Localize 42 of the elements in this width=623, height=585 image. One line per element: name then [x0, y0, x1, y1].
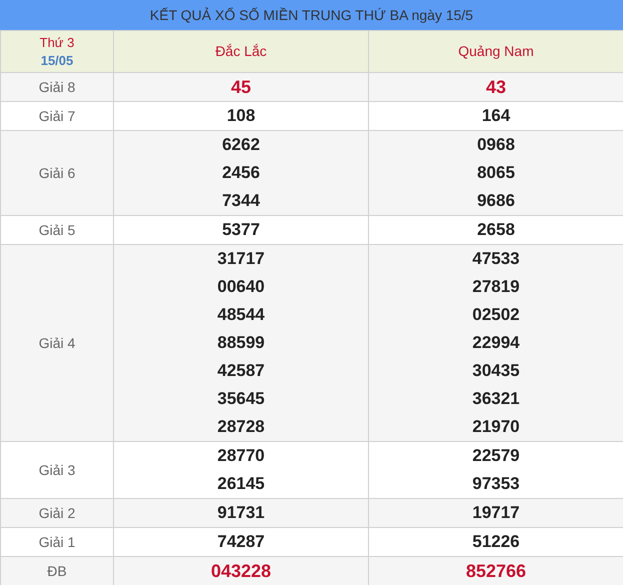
- date-label: 15/05: [40, 52, 74, 70]
- winning-number: 00640: [216, 276, 266, 298]
- winning-number: 30435: [471, 360, 521, 382]
- winning-number: 43: [484, 76, 508, 99]
- winning-number: 35645: [216, 388, 266, 410]
- winning-number: 28770: [216, 445, 266, 467]
- winning-number: 51226: [471, 531, 521, 553]
- winning-number: 45: [230, 76, 252, 99]
- winning-number: 47533: [471, 248, 521, 270]
- winning-number: 48544: [216, 304, 266, 326]
- winning-number: 19717: [471, 502, 521, 524]
- winning-number: 88599: [216, 332, 266, 354]
- winning-number: 21970: [471, 416, 521, 438]
- province-header: Đắc Lắc: [114, 30, 368, 72]
- winning-number: 42587: [216, 360, 266, 382]
- winning-number: 852766: [464, 560, 528, 583]
- winning-number: 97353: [471, 473, 521, 495]
- winning-number: 8065: [476, 162, 516, 184]
- winning-number: 043228: [210, 560, 272, 583]
- winning-number: 22994: [471, 332, 521, 354]
- winning-number: 7344: [221, 190, 261, 212]
- winning-number: 36321: [471, 388, 521, 410]
- winning-number: 108: [226, 105, 256, 127]
- winning-number: 5377: [221, 219, 261, 241]
- prize-label: Giải 4: [0, 244, 114, 442]
- winning-number: 164: [480, 105, 512, 127]
- winning-number: 74287: [216, 531, 266, 553]
- winning-number: 31717: [216, 248, 266, 270]
- winning-number: 2658: [476, 219, 516, 241]
- winning-number: 02502: [471, 304, 521, 326]
- winning-number: 91731: [216, 502, 266, 524]
- winning-number: 6262: [221, 134, 261, 156]
- winning-number: 26145: [216, 473, 266, 495]
- winning-number: 0968: [476, 134, 516, 156]
- weekday-label: Thứ 3: [38, 34, 76, 52]
- winning-number: 9686: [476, 190, 516, 212]
- winning-number: 2456: [221, 162, 261, 184]
- winning-number: 28728: [216, 416, 266, 438]
- winning-number: 22579: [471, 445, 521, 467]
- table-title: KẾT QUẢ XỔ SỐ MIỀN TRUNG THỨ BA ngày 15/5: [0, 0, 623, 30]
- prize-label: ĐB: [0, 556, 114, 585]
- winning-number: 27819: [471, 276, 521, 298]
